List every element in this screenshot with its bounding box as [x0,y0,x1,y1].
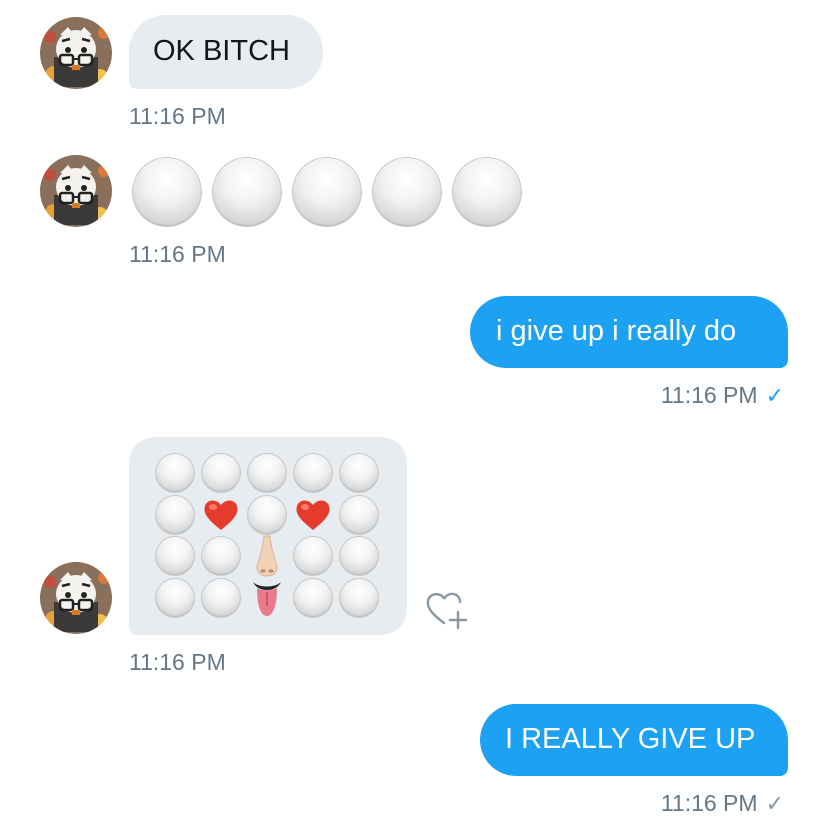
white-circle-emoji [373,158,441,226]
message-timestamp: 11:16 PM [660,790,758,816]
message-text: i give up i really do [496,315,737,347]
message-timestamp: 11:16 PM [129,103,226,129]
sender-avatar[interactable] [40,155,112,227]
incoming-emoji-grid-bubble[interactable] [129,437,407,635]
sender-avatar[interactable] [40,562,112,634]
white-circle-emoji [156,454,194,492]
white-circle-emoji [248,454,286,492]
message-timestamp: 11:16 PM [129,649,226,675]
tongue-emoji [253,582,281,616]
red-heart-emoji [296,500,330,530]
white-circle-emoji [453,158,521,226]
white-circle-emoji [133,158,201,226]
white-circle-emoji [340,454,378,492]
white-circle-emoji [340,537,378,575]
white-circle-emoji [156,496,194,534]
sent-check-icon: ✓ [765,791,784,816]
sender-avatar[interactable] [40,17,112,89]
white-circle-emoji [340,579,378,617]
white-circle-emoji [156,579,194,617]
incoming-message-bubble[interactable]: OK BITCH [129,15,323,89]
red-heart-emoji [204,500,238,530]
white-circle-emoji [202,537,240,575]
outgoing-message-bubble[interactable]: I REALLY GIVE UP [480,704,788,776]
white-circle-emoji [293,158,361,226]
message-text: I REALLY GIVE UP [505,723,756,755]
message-text: OK BITCH [153,35,290,67]
white-circle-emoji [294,579,332,617]
outgoing-message-bubble[interactable]: i give up i really do [470,296,788,368]
white-circle-emoji [202,454,240,492]
white-circle-emoji [294,537,332,575]
white-circle-emoji [156,537,194,575]
nose-emoji [256,535,278,577]
message-timestamp: 11:16 PM [660,382,758,408]
message-timestamp-row: 11:16 PM ✓ [661,790,784,817]
white-circle-emoji [340,496,378,534]
white-circle-emoji [294,454,332,492]
white-circle-emoji [213,158,281,226]
white-circle-emoji [202,579,240,617]
like-heart-add-icon[interactable] [424,590,470,632]
white-circle-emoji [248,496,286,534]
message-timestamp-row: 11:16 PM ✓ [661,382,784,409]
message-timestamp: 11:16 PM [129,241,226,267]
read-check-icon: ✓ [765,383,784,408]
